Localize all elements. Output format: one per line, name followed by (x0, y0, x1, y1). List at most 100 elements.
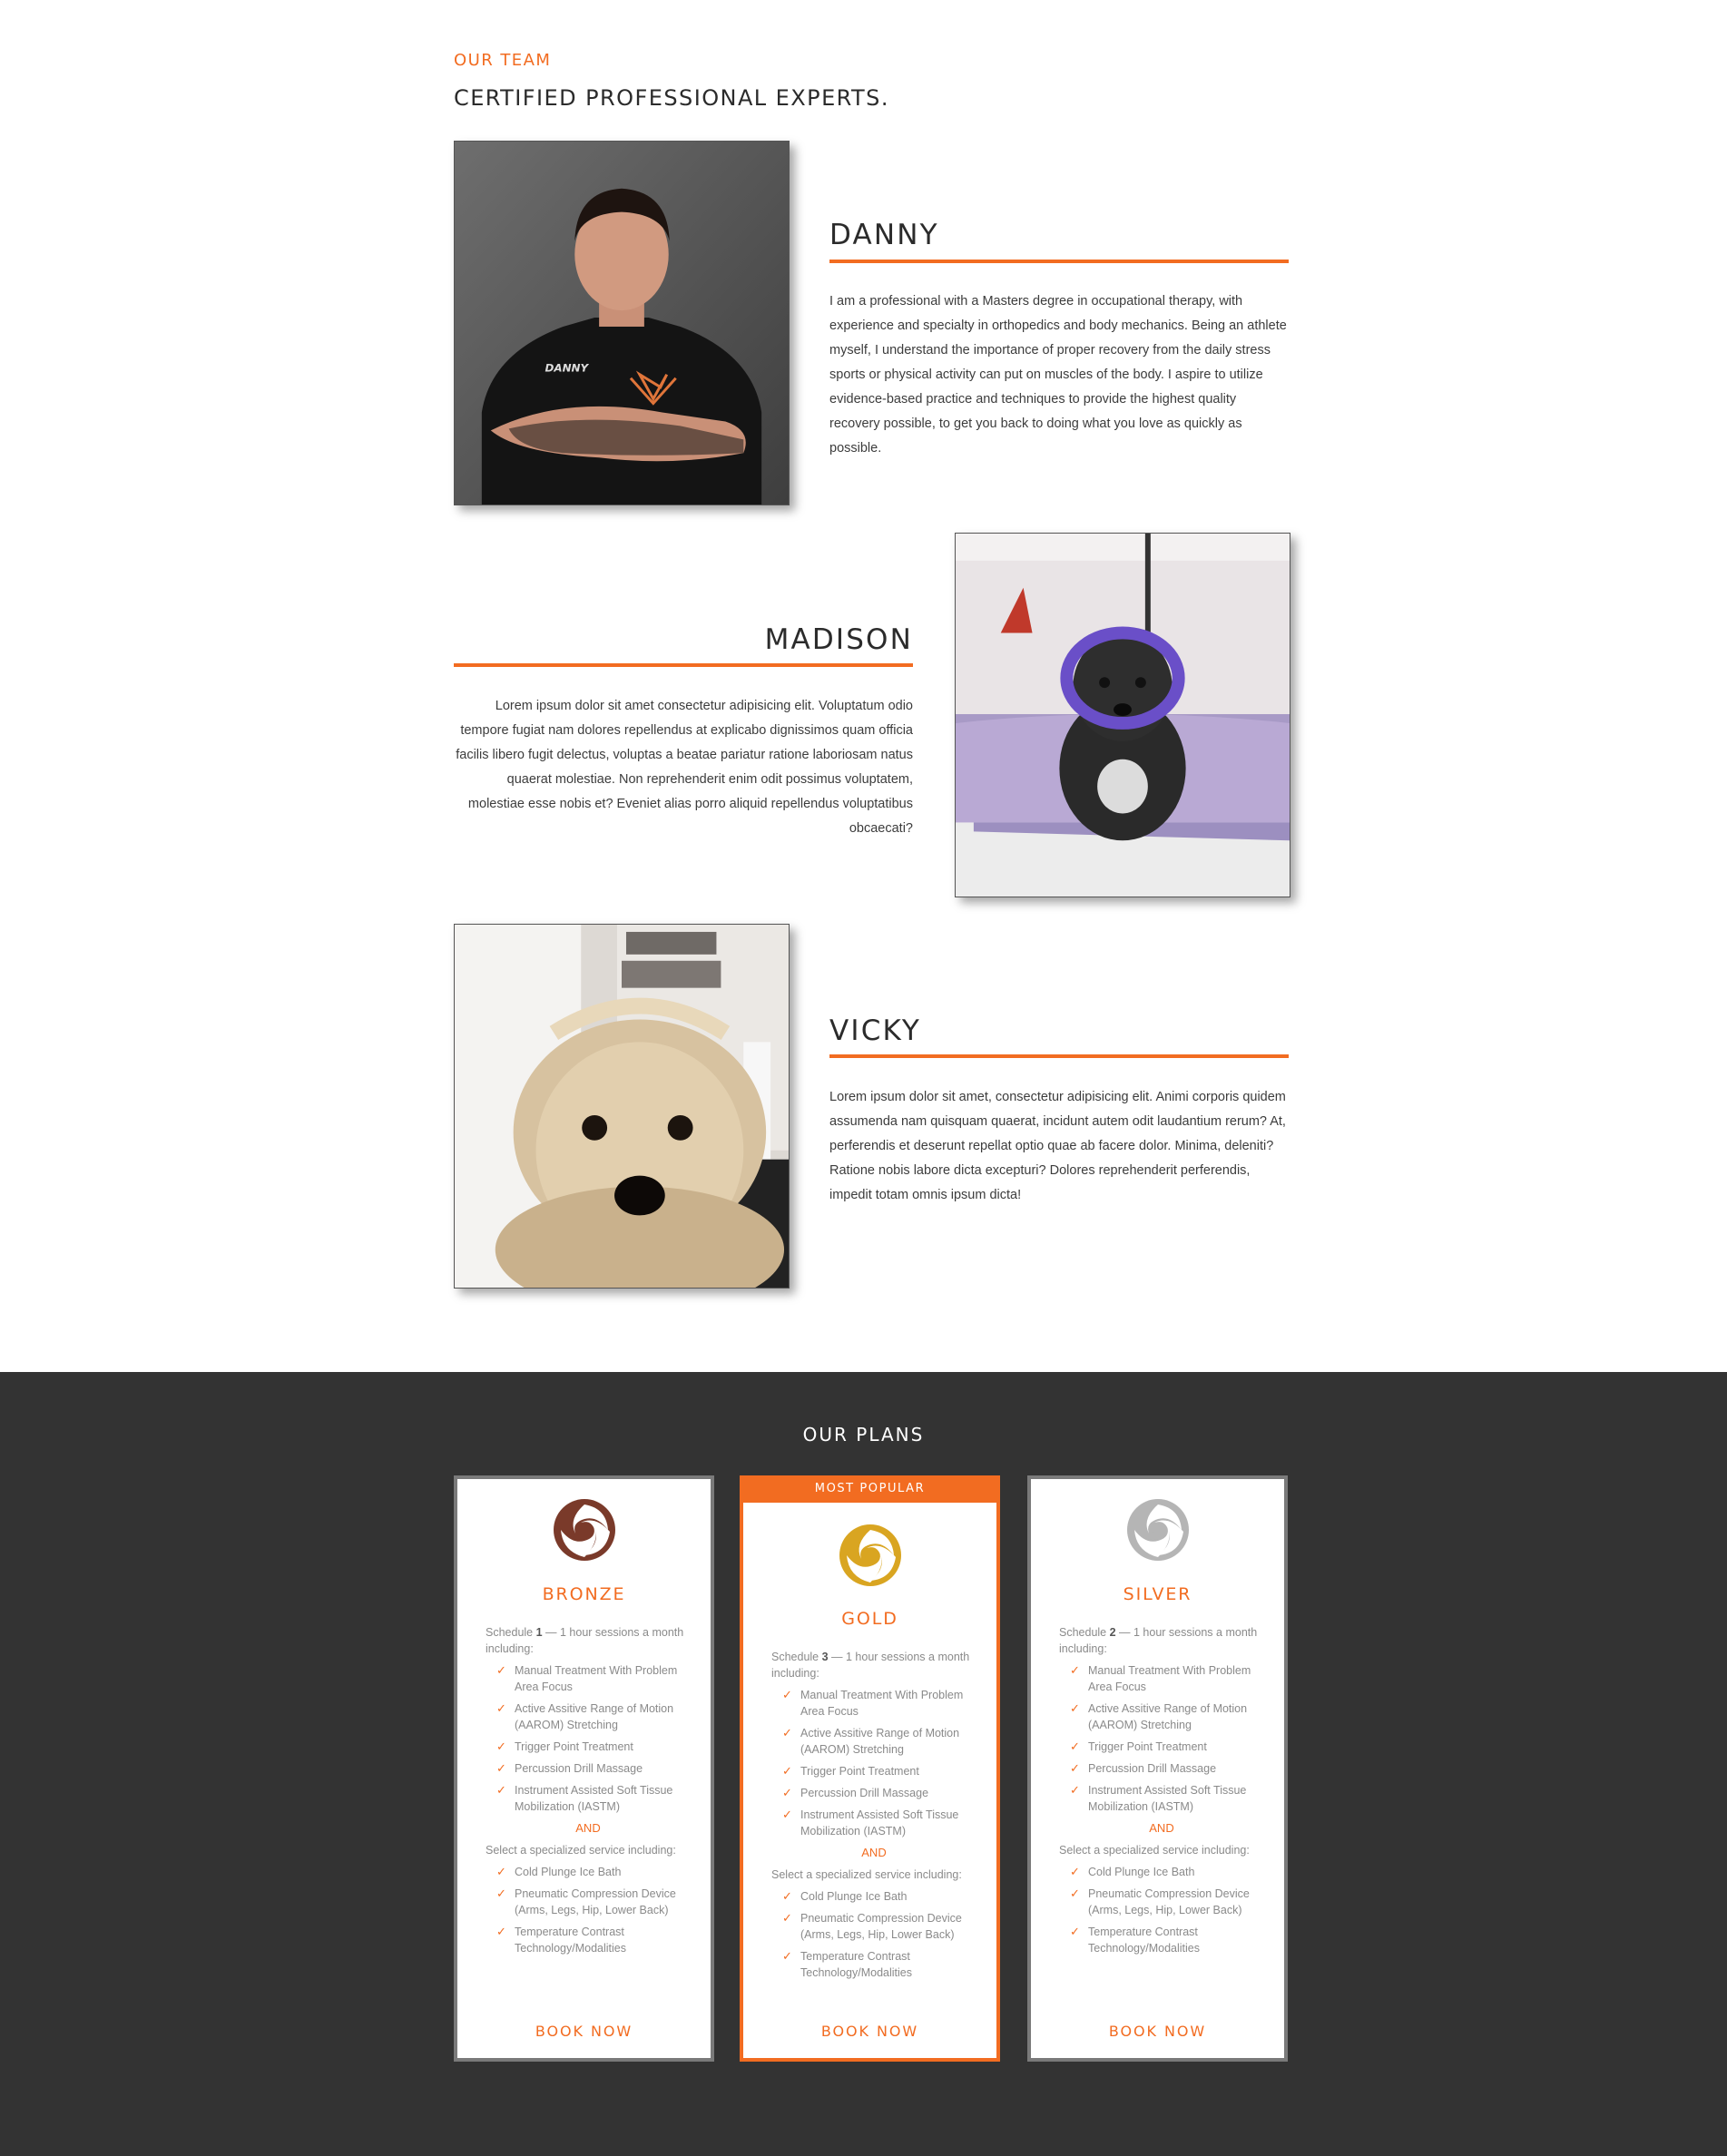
check-icon: ✓ (496, 1701, 506, 1715)
list-item: ✓ Percussion Drill Massage (496, 1761, 643, 1775)
plan-card-gold: MOST POPULAR GOLD Schedule 3 — 1 hour se… (740, 1475, 1000, 2062)
specials-list: ✓ Cold Plunge Ice Bath ✓ Pneumatic Compres… (1059, 1864, 1264, 1956)
name-underline (829, 260, 1289, 263)
list-item: ✓ Temperature Contrast Technology/Modalit… (496, 1925, 626, 1955)
specials-list: ✓ Cold Plunge Ice Bath ✓ Pneumatic Compres… (771, 1888, 976, 1981)
check-icon: ✓ (782, 1726, 792, 1740)
check-icon: ✓ (782, 1889, 792, 1903)
member-bio: Lorem ipsum dolor sit amet, consectetur … (829, 1090, 1286, 1202)
check-icon: ✓ (496, 1663, 506, 1677)
member-name: VICKY (829, 1014, 922, 1047)
plan-name: GOLD (841, 1609, 898, 1629)
team-member-madison: MADISON Lorem ipsum dolor sit amet conse… (454, 533, 1290, 899)
team-member-danny: DANNY DANNY I am a professional with a M… (454, 141, 1290, 507)
check-icon: ✓ (1070, 1663, 1080, 1677)
check-icon: ✓ (782, 1911, 792, 1925)
list-item: ✓ Active Assitive Range of Motion (AAROM)… (496, 1701, 674, 1731)
plans-title: OUR PLANS (802, 1424, 925, 1446)
list-item: ✓ Cold Plunge Ice Bath (496, 1865, 622, 1878)
and-separator: AND (861, 1846, 887, 1859)
list-item: ✓ Manual Treatment With Problem Area Focu… (782, 1688, 964, 1718)
check-icon: ✓ (1070, 1761, 1080, 1775)
check-icon: ✓ (1070, 1740, 1080, 1753)
check-icon: ✓ (1070, 1925, 1080, 1938)
team-member-vicky: VICKY Lorem ipsum dolor sit amet, consec… (454, 924, 1290, 1290)
check-icon: ✓ (496, 1886, 506, 1900)
book-now-button[interactable]: BOOK NOW (743, 2023, 996, 2040)
team-title: CERTIFIED PROFESSIONAL EXPERTS. (454, 85, 889, 111)
feature-list: ✓ Manual Treatment With Problem Area Focu… (771, 1687, 976, 1839)
plan-name: SILVER (1123, 1584, 1192, 1604)
and-separator: AND (1149, 1821, 1174, 1835)
list-item: ✓ Pneumatic Compression Device (Arms, Leg… (782, 1911, 962, 1941)
check-icon: ✓ (496, 1740, 506, 1753)
danny-photo: DANNY (454, 141, 790, 505)
svg-text:DANNY: DANNY (545, 362, 589, 375)
list-item: ✓ Active Assitive Range of Motion (AAROM)… (1070, 1701, 1248, 1731)
plans-section: OUR PLANS BRONZE Schedule 1 — 1 hour ses… (0, 1372, 1727, 2156)
check-icon: ✓ (782, 1786, 792, 1799)
list-item: ✓ Percussion Drill Massage (782, 1786, 929, 1799)
list-item: ✓ Instrument Assisted Soft Tissue Mobiliz… (782, 1808, 959, 1838)
plan-card-bronze: BRONZE Schedule 1 — 1 hour sessions a mo… (454, 1475, 714, 2062)
member-bio: I am a professional with a Masters degre… (829, 294, 1287, 456)
feature-list: ✓ Manual Treatment With Problem Area Focu… (1059, 1662, 1264, 1815)
specials-list: ✓ Cold Plunge Ice Bath ✓ Pneumatic Compres… (486, 1864, 691, 1956)
list-item: ✓ Instrument Assisted Soft Tissue Mobiliz… (496, 1783, 673, 1813)
list-item: ✓ Cold Plunge Ice Bath (1070, 1865, 1195, 1878)
check-icon: ✓ (782, 1764, 792, 1778)
plan-intro: Schedule 2 — 1 hour sessions a month inc… (1059, 1626, 1258, 1655)
list-item: ✓ Manual Treatment With Problem Area Focu… (1070, 1663, 1251, 1693)
check-icon: ✓ (782, 1688, 792, 1701)
member-name: DANNY (829, 219, 939, 251)
list-item: ✓ Active Assitive Range of Motion (AAROM)… (782, 1726, 960, 1756)
member-name: MADISON (764, 623, 913, 656)
gold-swirl-icon (838, 1523, 903, 1588)
list-item: ✓ Temperature Contrast Technology/Modalit… (1070, 1925, 1200, 1955)
team-eyebrow: OUR TEAM (454, 51, 552, 70)
team-section: OUR TEAM CERTIFIED PROFESSIONAL EXPERTS.… (0, 0, 1727, 1372)
list-item: ✓ Cold Plunge Ice Bath (782, 1889, 908, 1903)
select-service-text: Select a specialized service including: (1059, 1844, 1250, 1857)
check-icon: ✓ (1070, 1865, 1080, 1878)
check-icon: ✓ (1070, 1783, 1080, 1797)
most-popular-badge: MOST POPULAR (740, 1475, 1000, 1503)
name-underline (454, 663, 913, 667)
plan-card-silver: SILVER Schedule 2 — 1 hour sessions a mo… (1027, 1475, 1288, 2062)
check-icon: ✓ (496, 1761, 506, 1775)
list-item: ✓ Pneumatic Compression Device (Arms, Leg… (496, 1886, 676, 1916)
list-item: ✓ Pneumatic Compression Device (Arms, Leg… (1070, 1886, 1250, 1916)
plan-intro: Schedule 1 — 1 hour sessions a month inc… (486, 1626, 684, 1655)
check-icon: ✓ (496, 1783, 506, 1797)
check-icon: ✓ (1070, 1701, 1080, 1715)
check-icon: ✓ (782, 1949, 792, 1963)
check-icon: ✓ (496, 1865, 506, 1878)
check-icon: ✓ (1070, 1886, 1080, 1900)
bronze-swirl-icon (552, 1497, 617, 1563)
list-item: ✓ Trigger Point Treatment (496, 1740, 633, 1753)
list-item: ✓ Percussion Drill Massage (1070, 1761, 1217, 1775)
plan-intro: Schedule 3 — 1 hour sessions a month inc… (771, 1651, 970, 1680)
member-bio: Lorem ipsum dolor sit amet consectetur a… (456, 699, 913, 836)
list-item: ✓ Temperature Contrast Technology/Modalit… (782, 1949, 912, 1979)
list-item: ✓ Instrument Assisted Soft Tissue Mobiliz… (1070, 1783, 1247, 1813)
plan-details: Schedule 2 — 1 hour sessions a month inc… (1059, 1624, 1264, 1962)
name-underline (829, 1054, 1289, 1058)
select-service-text: Select a specialized service including: (486, 1844, 676, 1857)
list-item: ✓ Trigger Point Treatment (782, 1764, 919, 1778)
feature-list: ✓ Manual Treatment With Problem Area Focu… (486, 1662, 691, 1815)
book-now-button[interactable]: BOOK NOW (457, 2023, 711, 2040)
select-service-text: Select a specialized service including: (771, 1868, 962, 1881)
book-now-button[interactable]: BOOK NOW (1031, 2023, 1284, 2040)
madison-photo (955, 533, 1290, 897)
plan-name: BRONZE (542, 1584, 626, 1604)
list-item: ✓ Trigger Point Treatment (1070, 1740, 1207, 1753)
and-separator: AND (575, 1821, 601, 1835)
plan-details: Schedule 1 — 1 hour sessions a month inc… (486, 1624, 691, 1962)
vicky-photo (454, 924, 790, 1289)
check-icon: ✓ (782, 1808, 792, 1821)
list-item: ✓ Manual Treatment With Problem Area Focu… (496, 1663, 678, 1693)
check-icon: ✓ (496, 1925, 506, 1938)
plan-details: Schedule 3 — 1 hour sessions a month inc… (771, 1649, 976, 1986)
silver-swirl-icon (1125, 1497, 1191, 1563)
